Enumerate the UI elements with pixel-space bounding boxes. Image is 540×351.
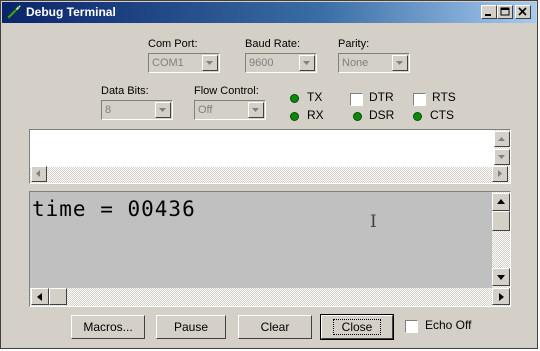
text-cursor-icon: I (370, 212, 377, 232)
scroll-left-button[interactable] (31, 166, 47, 182)
com-port-select[interactable]: COM1 (148, 53, 220, 73)
title-bar[interactable]: Debug Terminal (2, 2, 536, 23)
horizontal-scroll-thumb[interactable] (49, 288, 67, 305)
scroll-left-button[interactable] (31, 288, 49, 305)
chevron-right-icon (499, 293, 504, 301)
data-bits-label: Data Bits: (101, 85, 149, 97)
close-button-label: Close (332, 319, 382, 335)
terminal-app-icon (6, 4, 22, 20)
rx-indicator-led (290, 112, 299, 121)
flow-control-select[interactable]: Off (194, 100, 266, 120)
clear-button-label: Clear (260, 320, 290, 334)
maximize-button[interactable] (497, 5, 513, 19)
chevron-down-icon (497, 275, 505, 280)
chevron-down-icon[interactable] (299, 55, 315, 71)
rx-label: RX (307, 108, 324, 122)
chevron-down-icon[interactable] (248, 102, 264, 118)
chevron-left-icon (36, 170, 40, 177)
scroll-right-button[interactable] (492, 288, 510, 305)
close-icon (518, 7, 527, 16)
com-port-label: Com Port: (148, 38, 198, 50)
parity-label: Parity: (338, 38, 370, 50)
chevron-down-icon[interactable] (155, 102, 171, 118)
echo-off-label: Echo Off (425, 318, 472, 332)
chevron-down-icon[interactable] (392, 55, 408, 71)
data-bits-value: 8 (105, 104, 112, 116)
chevron-right-icon (498, 170, 502, 177)
transmit-horizontal-scrollbar[interactable] (30, 167, 510, 183)
parity-select[interactable]: None (338, 53, 410, 73)
rts-label: RTS (432, 90, 456, 104)
baud-rate-select[interactable]: 9600 (245, 53, 317, 73)
pause-button[interactable]: Pause (156, 315, 226, 339)
scroll-down-button[interactable] (492, 268, 510, 286)
scroll-thumb[interactable] (492, 211, 510, 231)
chevron-down-icon (498, 155, 505, 159)
baud-rate-label: Baud Rate: (245, 38, 301, 50)
chevron-up-icon (497, 199, 505, 204)
close-window-button[interactable] (515, 5, 531, 19)
flow-control-value: Off (198, 104, 213, 116)
macros-button-label: Macros... (83, 320, 133, 334)
minimize-icon (485, 14, 491, 16)
dsr-indicator-led (353, 112, 362, 121)
cts-indicator-led (413, 112, 422, 121)
echo-off-checkbox[interactable] (405, 320, 418, 333)
chevron-up-icon (498, 137, 505, 141)
macros-button[interactable]: Macros... (71, 315, 145, 339)
dtr-checkbox[interactable] (350, 93, 363, 106)
terminal-output-text: time = 00436 (32, 197, 196, 221)
chevron-down-icon[interactable] (202, 55, 218, 71)
transmit-pane[interactable] (29, 129, 511, 184)
flow-control-label: Flow Control: (194, 85, 259, 97)
clear-button[interactable]: Clear (238, 315, 312, 339)
data-bits-select[interactable]: 8 (101, 100, 173, 120)
scroll-down-button[interactable] (494, 149, 510, 165)
scroll-up-button[interactable] (492, 193, 510, 211)
minimize-button[interactable] (481, 5, 497, 19)
receive-pane[interactable]: time = 00436 I (29, 191, 511, 307)
chevron-left-icon (37, 293, 42, 301)
dtr-label: DTR (369, 90, 394, 104)
scroll-up-button[interactable] (494, 131, 510, 147)
tx-label: TX (307, 90, 323, 104)
com-port-value: COM1 (152, 57, 184, 69)
baud-rate-value: 9600 (249, 57, 274, 69)
rts-checkbox[interactable] (413, 93, 426, 106)
tx-indicator-led (290, 94, 299, 103)
dsr-label: DSR (369, 108, 395, 122)
receive-horizontal-scrollbar[interactable] (30, 288, 510, 306)
pause-button-label: Pause (173, 320, 209, 334)
cts-label: CTS (430, 108, 454, 122)
debug-terminal-window: Debug Terminal Com Port: COM1 Baud Rate:… (0, 0, 538, 349)
close-button[interactable]: Close (320, 314, 394, 340)
window-title: Debug Terminal (26, 5, 116, 19)
maximize-icon (500, 7, 510, 16)
scroll-right-button[interactable] (492, 166, 508, 182)
parity-value: None (342, 57, 369, 69)
